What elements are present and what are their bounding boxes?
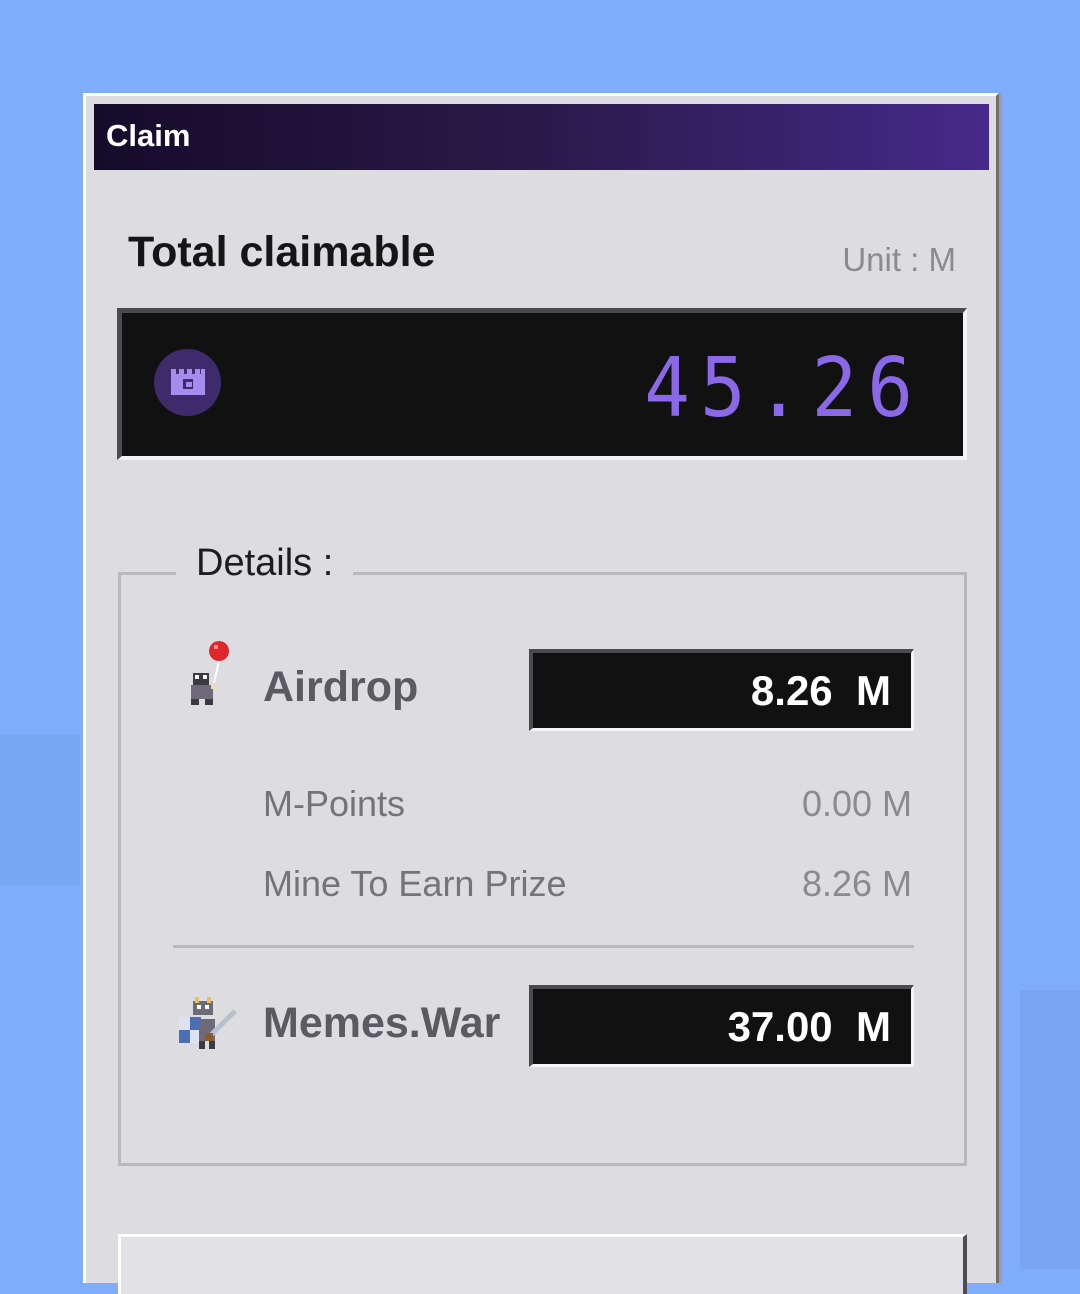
- unit-label: Unit : M: [842, 241, 956, 278]
- balloon-character-icon: [183, 637, 243, 717]
- memes-war-value-box: 37.00 M: [529, 985, 914, 1067]
- castle-coin-icon: [154, 349, 221, 416]
- details-legend: Details :: [176, 542, 354, 585]
- knight-character-icon: [175, 995, 237, 1075]
- details-divider: [173, 945, 914, 948]
- background-shape: [0, 735, 80, 885]
- claim-window: Claim Total claimable Unit : M 45.26 Det…: [83, 93, 999, 1294]
- total-claimable-value: 45.26: [644, 339, 923, 436]
- m-points-label: M-Points: [263, 783, 406, 824]
- memes-war-label: Memes.War: [263, 999, 501, 1047]
- total-claimable-display: 45.26: [117, 308, 967, 460]
- airdrop-value-box: 8.26 M: [529, 649, 914, 731]
- window-title: Claim: [106, 118, 191, 153]
- m-points-value: 0.00 M: [801, 783, 912, 824]
- claim-button[interactable]: [118, 1234, 967, 1294]
- mine-to-earn-value: 8.26 M: [801, 863, 912, 904]
- total-claimable-label: Total claimable: [128, 228, 436, 276]
- mine-to-earn-label: Mine To Earn Prize: [263, 863, 567, 904]
- background-shape: [1020, 990, 1080, 1269]
- airdrop-label: Airdrop: [263, 663, 419, 711]
- window-titlebar: Claim: [94, 104, 989, 170]
- memes-war-value: 37.00 M: [727, 1003, 891, 1050]
- airdrop-value: 8.26 M: [750, 667, 891, 714]
- details-group: Details : Airdrop 8.26 M M-Points 0.00 M…: [118, 542, 967, 1166]
